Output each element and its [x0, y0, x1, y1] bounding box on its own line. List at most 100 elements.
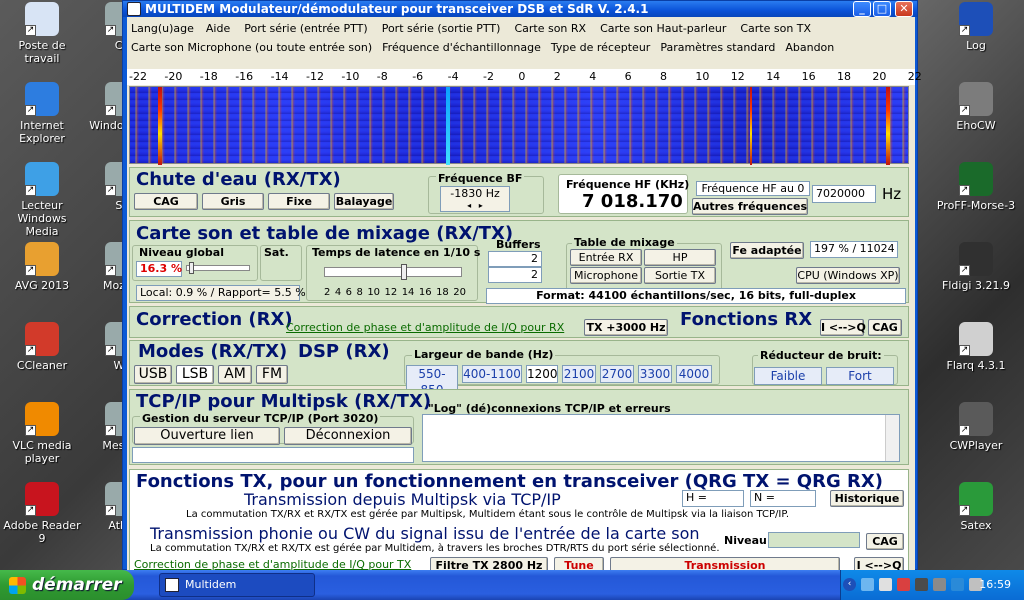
menu-item[interactable]: Port série (entrée PTT): [240, 19, 371, 38]
bandwidth-button[interactable]: 3300: [638, 365, 672, 383]
menu-item[interactable]: Carte son RX: [510, 19, 590, 38]
computer-icon: ↗: [25, 2, 59, 36]
level-slider-thumb[interactable]: [189, 262, 194, 274]
am-button[interactable]: AM: [218, 365, 252, 384]
log-area[interactable]: [422, 414, 900, 462]
n-field[interactable]: N =: [750, 490, 816, 507]
iq-swap-button[interactable]: I <-->Q: [820, 319, 866, 336]
menu-item[interactable]: Aide: [202, 19, 234, 38]
shortcut-arrow-icon: ↗: [105, 25, 116, 36]
latency-label: Temps de latence en 1/10 s: [312, 246, 481, 259]
hf-label: Fréquence HF (KHz): [566, 178, 690, 191]
desktop-shortcut[interactable]: ↗ AVG 2013: [0, 242, 84, 292]
disconnect-button[interactable]: Déconnexion: [284, 427, 412, 445]
log-scrollbar[interactable]: [885, 415, 899, 461]
menu-item[interactable]: Type de récepteur: [547, 38, 654, 57]
menu-item[interactable]: Carte son TX: [736, 19, 815, 38]
historique-button[interactable]: Historique: [830, 490, 904, 507]
bf-arrows-icon[interactable]: ◂ ▸: [444, 201, 506, 211]
flarq-icon: ↗: [959, 322, 993, 356]
menu-item[interactable]: Port série (sortie PTT): [378, 19, 505, 38]
desktop-shortcut[interactable]: ↗ CCleaner: [0, 322, 84, 372]
iq-correction-rx-link[interactable]: Correction de phase et d'amplitude de I/…: [286, 321, 564, 334]
cag-tx-button[interactable]: CAG: [866, 533, 904, 550]
hz-label: Hz: [882, 185, 902, 203]
security-icon[interactable]: [897, 578, 910, 591]
desktop-shortcut[interactable]: ↗ VLC media player: [0, 402, 84, 465]
start-button[interactable]: démarrer: [0, 570, 134, 600]
menu-item[interactable]: Abandon: [781, 38, 838, 57]
tray-expand-icon[interactable]: ‹: [843, 578, 856, 591]
maximize-button[interactable]: □: [873, 1, 891, 17]
bandwidth-button[interactable]: 2700: [600, 365, 634, 383]
balayage-button[interactable]: Balayage: [334, 193, 394, 210]
shortcut-arrow-icon: ↗: [25, 25, 36, 36]
shortcut-arrow-icon: ↗: [959, 345, 970, 356]
bandwidth-button[interactable]: 2100: [562, 365, 596, 383]
desktop-shortcut[interactable]: ↗ Lecteur Windows Media: [0, 162, 84, 238]
menu-item[interactable]: Fréquence d'échantillonnage: [378, 38, 545, 57]
title-bar[interactable]: MULTIDEM Modulateur/démodulateur pour tr…: [123, 1, 917, 17]
desktop-shortcut-label: Flarq 4.3.1: [946, 359, 1006, 372]
waterfall-display[interactable]: [129, 86, 909, 165]
desktop-shortcut[interactable]: ↗ CWPlayer: [934, 402, 1018, 452]
buffer-1[interactable]: 2: [488, 251, 542, 267]
cag-button[interactable]: CAG: [134, 193, 198, 210]
open-link-button[interactable]: Ouverture lien: [134, 427, 280, 445]
buffer-2[interactable]: 2: [488, 267, 542, 283]
usb-icon[interactable]: [951, 578, 964, 591]
minimize-button[interactable]: _: [853, 1, 871, 17]
desktop-shortcut[interactable]: ↗ EhoCW: [934, 82, 1018, 132]
shortcut-arrow-icon: ↗: [105, 265, 116, 276]
latency-slider[interactable]: [324, 264, 462, 280]
bf-stepper[interactable]: -1830 Hz ◂ ▸: [440, 186, 510, 212]
bandwidth-button[interactable]: 4000: [676, 365, 712, 383]
cag-rx-button[interactable]: CAG: [868, 319, 902, 336]
level-slider[interactable]: [186, 262, 250, 274]
desktop-shortcut[interactable]: ↗ Adobe Reader 9: [0, 482, 84, 545]
ruler-tick-label: 6: [624, 70, 632, 83]
other-frequencies-button[interactable]: Autres fréquences: [692, 198, 808, 215]
latency-tick: 20: [453, 287, 466, 298]
fm-button[interactable]: FM: [256, 365, 288, 384]
desktop-shortcut[interactable]: ↗ Fldigi 3.21.9: [934, 242, 1018, 292]
shortcut-arrow-icon: ↗: [105, 345, 116, 356]
ruler-tick-label: -20: [164, 70, 183, 83]
bandwidth-button[interactable]: 400-1100: [462, 365, 522, 383]
fe-adaptee-button[interactable]: Fe adaptée: [730, 242, 804, 259]
menu-item[interactable]: Carte son Microphone (ou toute entrée so…: [127, 38, 376, 57]
lsb-button[interactable]: LSB: [176, 365, 214, 384]
mix-hp-button[interactable]: HP: [644, 249, 716, 266]
desktop-shortcut[interactable]: ↗ Satex: [934, 482, 1018, 532]
cpu-button[interactable]: CPU (Windows XP): [796, 267, 900, 284]
mix-microphone-button[interactable]: Microphone: [570, 267, 642, 284]
desktop-shortcut[interactable]: ↗ Log: [934, 2, 1018, 52]
network-icon[interactable]: [861, 578, 874, 591]
usb-button[interactable]: USB: [134, 365, 172, 384]
fixe-button[interactable]: Fixe: [268, 193, 330, 210]
desktop-shortcut[interactable]: ↗ Internet Explorer: [0, 82, 84, 145]
desktop-shortcut[interactable]: ↗ ProFF-Morse-3: [934, 162, 1018, 212]
tx-3000-button[interactable]: TX +3000 Hz: [584, 319, 668, 336]
latency-slider-thumb[interactable]: [401, 264, 407, 280]
menu-item[interactable]: Carte son Haut-parleur: [596, 19, 730, 38]
close-button[interactable]: ✕: [895, 1, 913, 17]
h-field[interactable]: H =: [682, 490, 744, 507]
bandwidth-button[interactable]: 1200: [526, 365, 558, 383]
noise-fort-button[interactable]: Fort: [826, 367, 894, 385]
shortcut-arrow-icon: ↗: [959, 425, 970, 436]
mix-entree-rx-button[interactable]: Entrée RX: [570, 249, 642, 266]
taskbar-app-multidem[interactable]: Multidem: [159, 573, 315, 597]
volume-icon[interactable]: [879, 578, 892, 591]
menu-item[interactable]: Lang(u)age: [127, 19, 198, 38]
desktop-shortcut[interactable]: ↗ Flarq 4.3.1: [934, 322, 1018, 372]
app-tray-icon[interactable]: [933, 578, 946, 591]
menu-item[interactable]: Paramètres standard: [656, 38, 779, 57]
noise-faible-button[interactable]: Faible: [754, 367, 822, 385]
hf0-input[interactable]: 7020000: [812, 185, 876, 203]
gris-button[interactable]: Gris: [202, 193, 264, 210]
buffers-label: Buffers: [496, 238, 541, 251]
mix-sortie-tx-button[interactable]: Sortie TX: [644, 267, 716, 284]
monitor-icon[interactable]: [915, 578, 928, 591]
desktop-shortcut[interactable]: ↗ Poste de travail: [0, 2, 84, 65]
